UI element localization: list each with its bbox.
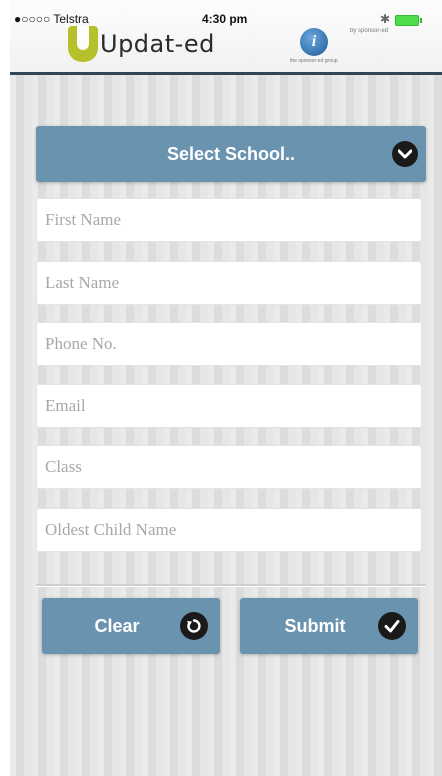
select-school-label: Select School.. [166, 144, 296, 164]
clear-button-label: Clear [94, 616, 140, 636]
submit-button-label: Submit [284, 616, 346, 636]
form-divider [36, 584, 426, 586]
chevron-down-icon [392, 141, 418, 167]
class-field[interactable] [36, 445, 422, 489]
sponsor-text: by sponsor-ed [350, 28, 389, 34]
info-badge-icon[interactable]: i [300, 28, 328, 56]
check-icon [378, 612, 406, 640]
sponsor-small-text: the sponsor-ed group [290, 58, 338, 64]
app-screen: ●○○○○ Telstra 4:30 pm ✱ Updat-ed i the s… [10, 0, 442, 776]
select-school-dropdown[interactable]: Select School.. [36, 126, 426, 182]
app-title: Updat-ed [100, 30, 215, 58]
app-logo-icon [68, 26, 98, 62]
oldest-child-name-field[interactable] [36, 508, 422, 552]
email-field[interactable] [36, 384, 422, 428]
app-header: ●○○○○ Telstra 4:30 pm ✱ Updat-ed i the s… [10, 0, 442, 75]
last-name-field[interactable] [36, 261, 422, 305]
carrier-label: ●○○○○ Telstra [14, 12, 89, 26]
clear-button[interactable]: Clear [42, 598, 220, 654]
battery-icon [395, 15, 422, 26]
phone-number-field[interactable] [36, 322, 422, 366]
clock-time: 4:30 pm [202, 12, 248, 26]
submit-button[interactable]: Submit [240, 598, 418, 654]
bluetooth-icon: ✱ [380, 12, 391, 26]
first-name-field[interactable] [36, 198, 422, 242]
refresh-icon [180, 612, 208, 640]
